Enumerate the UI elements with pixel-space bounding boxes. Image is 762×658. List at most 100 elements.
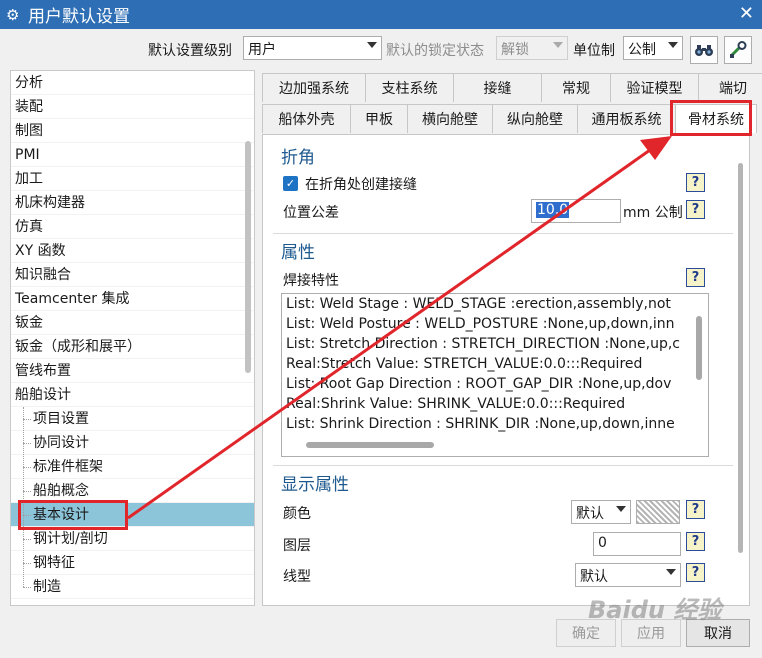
- list-item[interactable]: List: Weld Posture : WELD_POSTURE :None,…: [282, 314, 708, 334]
- tab-row1-2[interactable]: 接缝: [453, 73, 542, 102]
- list-item[interactable]: List: Stretch Direction : STRETCH_DIRECT…: [282, 334, 708, 354]
- tree-connector: [23, 539, 31, 540]
- tree-item[interactable]: 钣金（成形和展平）: [11, 335, 254, 359]
- chevron-down-icon: [553, 42, 563, 48]
- linetype-select-value: 默认: [580, 569, 608, 585]
- tab-row1-5[interactable]: 端切: [698, 73, 762, 102]
- tree-item[interactable]: 制图: [11, 119, 254, 143]
- lock-label: 默认的锁定状态: [386, 43, 484, 59]
- color-swatch[interactable]: [636, 500, 680, 524]
- tree-connector: [23, 467, 31, 468]
- highlight-box-tab: [670, 100, 752, 136]
- tree-item[interactable]: 制造: [11, 575, 254, 599]
- tab-row2-0[interactable]: 船体外壳: [262, 104, 351, 133]
- lock-select[interactable]: 解锁: [496, 36, 568, 60]
- tree-item[interactable]: XY 函数: [11, 239, 254, 263]
- tree-item[interactable]: 钣金: [11, 311, 254, 335]
- tabs-row-1: 边加强系统 支柱系统 接缝 常规 验证模型 端切: [262, 73, 762, 102]
- tree-item[interactable]: 协同设计: [11, 431, 254, 455]
- tab-row2-4[interactable]: 通用板系统: [577, 104, 676, 133]
- layer-input[interactable]: 0: [593, 532, 681, 556]
- list-vertical-scrollbar[interactable]: [696, 316, 702, 380]
- tree-item[interactable]: 船舶设计: [11, 383, 254, 407]
- position-tol-label: 位置公差: [283, 205, 339, 221]
- tree-scrollbar[interactable]: [245, 141, 251, 373]
- tree-connector: [23, 587, 31, 588]
- tree-item[interactable]: 管线布置: [11, 359, 254, 383]
- fold-seam-label: 在折角处创建接缝: [305, 177, 417, 193]
- tree-item[interactable]: 钢计划/剖切: [11, 527, 254, 551]
- settings-wrench-icon[interactable]: [724, 36, 752, 64]
- tab-row2-2[interactable]: 横向舱壁: [407, 104, 493, 133]
- settings-panel: 折角 ✓ 在折角处创建接缝 ? 位置公差 10.0 mm 公制 ? 属性 焊接特…: [262, 134, 750, 606]
- tree-item[interactable]: 仿真: [11, 215, 254, 239]
- color-select-value: 默认: [576, 506, 604, 522]
- tree-item[interactable]: 标准件框架: [11, 455, 254, 479]
- chevron-down-icon: [367, 42, 377, 48]
- attributes-group-title: 属性: [281, 243, 315, 263]
- fold-seam-checkbox[interactable]: ✓: [283, 176, 298, 191]
- color-select[interactable]: 默认: [571, 500, 631, 524]
- watermark: Baidu 经验: [588, 596, 722, 624]
- tab-row2-3[interactable]: 纵向舱壁: [492, 104, 578, 133]
- tree-item[interactable]: 装配: [11, 95, 254, 119]
- tab-row1-0[interactable]: 边加强系统: [262, 73, 366, 102]
- layer-label: 图层: [283, 538, 311, 554]
- unit-select-value: 公制: [628, 42, 656, 58]
- panel-scrollbar[interactable]: [738, 163, 743, 553]
- list-item[interactable]: List: Weld Stage : WELD_STAGE :erection,…: [282, 294, 708, 314]
- title-bar: ⚙ 用户默认设置 ✕: [0, 0, 762, 29]
- help-icon[interactable]: ?: [686, 268, 705, 287]
- tree-item[interactable]: 项目设置: [11, 407, 254, 431]
- divider: [273, 233, 733, 234]
- highlight-box-tree: [18, 500, 128, 530]
- window-title: 用户默认设置: [28, 7, 130, 27]
- list-item[interactable]: List: Root Gap Direction : ROOT_GAP_DIR …: [282, 374, 708, 394]
- tree-connector: [23, 563, 31, 564]
- level-select[interactable]: 用户: [243, 36, 382, 60]
- help-icon[interactable]: ?: [686, 563, 705, 582]
- help-icon[interactable]: ?: [686, 173, 705, 192]
- tree-item[interactable]: 机床构建器: [11, 191, 254, 215]
- close-icon[interactable]: ✕: [739, 3, 754, 24]
- tree-connector: [23, 443, 31, 444]
- tree-connector: [23, 491, 31, 492]
- tree-connector: [23, 407, 24, 587]
- tree-item[interactable]: Teamcenter 集成: [11, 287, 254, 311]
- display-group-title: 显示属性: [281, 475, 349, 495]
- help-icon[interactable]: ?: [686, 532, 705, 551]
- tree-item[interactable]: 加工: [11, 167, 254, 191]
- position-tol-input[interactable]: 10.0: [531, 199, 621, 223]
- layer-value: 0: [598, 535, 607, 551]
- help-icon[interactable]: ?: [686, 500, 705, 519]
- tree-item[interactable]: PMI: [11, 143, 254, 167]
- lock-select-value: 解锁: [501, 42, 529, 58]
- linetype-select[interactable]: 默认: [575, 563, 681, 587]
- tab-row1-3[interactable]: 常规: [541, 73, 611, 102]
- tree-item[interactable]: 知识融合: [11, 263, 254, 287]
- tab-row1-1[interactable]: 支柱系统: [365, 73, 454, 102]
- linetype-label: 线型: [283, 569, 311, 585]
- list-item[interactable]: Real:Shrink Value: SHRINK_VALUE:0.0:::Re…: [282, 394, 708, 414]
- fold-group-title: 折角: [281, 148, 315, 168]
- weld-label: 焊接特性: [283, 273, 339, 289]
- level-select-value: 用户: [248, 42, 276, 58]
- weld-properties-list[interactable]: List: Weld Stage : WELD_STAGE :erection,…: [281, 293, 709, 457]
- list-item[interactable]: List: Shrink Direction : SHRINK_DIR :Non…: [282, 414, 708, 434]
- help-icon[interactable]: ?: [686, 200, 705, 219]
- chevron-down-icon: [668, 42, 678, 48]
- list-horizontal-scrollbar[interactable]: [306, 442, 434, 448]
- tree-item[interactable]: 钢特征: [11, 551, 254, 575]
- tree-item[interactable]: 分析: [11, 71, 254, 95]
- tab-row2-1[interactable]: 甲板: [350, 104, 408, 133]
- unit-select[interactable]: 公制: [623, 36, 683, 60]
- weld-rows: List: Weld Stage : WELD_STAGE :erection,…: [282, 294, 708, 434]
- binoculars-icon[interactable]: [690, 36, 718, 64]
- level-label: 默认设置级别: [148, 43, 232, 59]
- tab-row1-4[interactable]: 验证模型: [610, 73, 699, 102]
- toolbar: 默认设置级别 用户 默认的锁定状态 解锁 单位制 公制: [0, 30, 762, 68]
- position-tol-value: 10.0: [536, 202, 570, 218]
- chevron-down-icon: [616, 506, 626, 512]
- chevron-down-icon: [666, 569, 676, 575]
- list-item[interactable]: Real:Stretch Value: STRETCH_VALUE:0.0:::…: [282, 354, 708, 374]
